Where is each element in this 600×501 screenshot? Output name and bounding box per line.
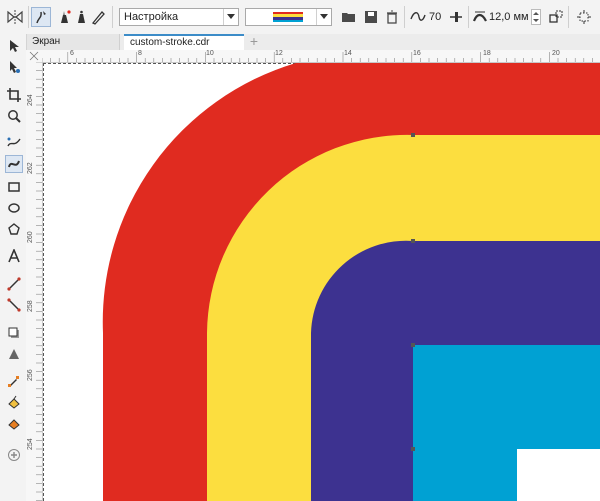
ruler-label: 16 xyxy=(413,50,421,57)
transparency-tool-icon[interactable] xyxy=(5,345,23,363)
width-spinner[interactable] xyxy=(531,9,541,25)
color-eyedropper-tool-icon[interactable] xyxy=(5,372,23,390)
preset-value: Настройка xyxy=(124,11,179,23)
add-tool-icon[interactable] xyxy=(5,446,23,464)
ruler-label: 10 xyxy=(206,50,214,57)
trash-icon[interactable] xyxy=(382,7,402,27)
ruler-label: 8 xyxy=(138,50,142,57)
tab-welcome-screen[interactable]: Экран приветствия xyxy=(26,34,120,62)
smoothing-value[interactable]: 70 xyxy=(429,11,441,23)
chevron-down-icon[interactable] xyxy=(223,9,238,25)
ruler-label: 254 xyxy=(27,438,34,450)
node-handle[interactable] xyxy=(411,447,415,451)
ellipse-tool-icon[interactable] xyxy=(5,199,23,217)
add-tab-button[interactable]: + xyxy=(247,34,261,50)
tab-document[interactable]: custom-stroke.cdr xyxy=(124,34,244,50)
preset-dropdown[interactable]: Настройка xyxy=(119,8,239,26)
polygon-tool-icon[interactable] xyxy=(5,220,23,238)
ruler-label: 264 xyxy=(27,94,34,106)
open-folder-icon[interactable] xyxy=(339,7,359,27)
stroke-width-value[interactable]: 12,0 мм xyxy=(489,11,529,23)
ruler-label: 12 xyxy=(275,50,283,57)
pick-tool-icon[interactable] xyxy=(5,37,23,55)
ruler-label: 18 xyxy=(483,50,491,57)
rectangle-tool-icon[interactable] xyxy=(5,178,23,196)
drawing-canvas[interactable] xyxy=(43,63,600,501)
horizontal-ruler[interactable]: 6 8 10 12 14 16 18 20 xyxy=(42,50,600,63)
artistic-media-tool-icon[interactable] xyxy=(5,155,23,173)
node-handle[interactable] xyxy=(411,133,415,137)
node-handle[interactable] xyxy=(411,239,415,243)
inner-white-area xyxy=(517,449,600,501)
freehand-mode-icon[interactable] xyxy=(31,7,51,27)
ruler-label: 256 xyxy=(27,369,34,381)
stroke-color-dropdown[interactable] xyxy=(245,8,332,26)
smoothing-slider-icon[interactable] xyxy=(446,7,466,27)
connector-tool-icon[interactable] xyxy=(5,296,23,314)
calligraphy-mode-icon[interactable] xyxy=(88,7,108,27)
smart-fill-tool-icon[interactable] xyxy=(5,414,23,432)
ruler-label: 260 xyxy=(27,231,34,243)
shape-tool-icon[interactable] xyxy=(5,58,23,76)
mirror-icon[interactable] xyxy=(5,7,25,27)
stroke-swatch xyxy=(273,12,303,22)
quick-customize-icon[interactable] xyxy=(574,7,594,27)
dimension-tool-icon[interactable] xyxy=(5,275,23,293)
chevron-down-icon[interactable] xyxy=(316,9,331,25)
ruler-label: 262 xyxy=(27,162,34,174)
interactive-fill-tool-icon[interactable] xyxy=(5,393,23,411)
freehand-tool-icon[interactable] xyxy=(5,134,23,152)
vertical-ruler-ticks xyxy=(36,62,42,501)
node-handle[interactable] xyxy=(411,343,415,347)
drop-shadow-tool-icon[interactable] xyxy=(5,324,23,342)
save-icon[interactable] xyxy=(361,7,381,27)
text-tool-icon[interactable] xyxy=(5,247,23,265)
scale-with-object-icon[interactable] xyxy=(546,7,566,27)
toolbox xyxy=(0,34,27,501)
ruler-label: 6 xyxy=(70,50,74,57)
zoom-tool-icon[interactable] xyxy=(5,107,23,125)
document-tabs: Экран приветствия custom-stroke.cdr + xyxy=(26,34,600,62)
property-bar: Настройка 70 12,0 мм xyxy=(0,0,600,35)
ruler-label: 258 xyxy=(27,300,34,312)
crop-tool-icon[interactable] xyxy=(5,86,23,104)
vertical-ruler[interactable]: 264 262 260 258 256 254 xyxy=(26,62,43,501)
ruler-label: 20 xyxy=(552,50,560,57)
horizontal-ruler-ticks xyxy=(42,52,593,62)
stroke-width-icon xyxy=(470,7,490,27)
smoothing-icon xyxy=(408,7,428,27)
ruler-label: 14 xyxy=(344,50,352,57)
